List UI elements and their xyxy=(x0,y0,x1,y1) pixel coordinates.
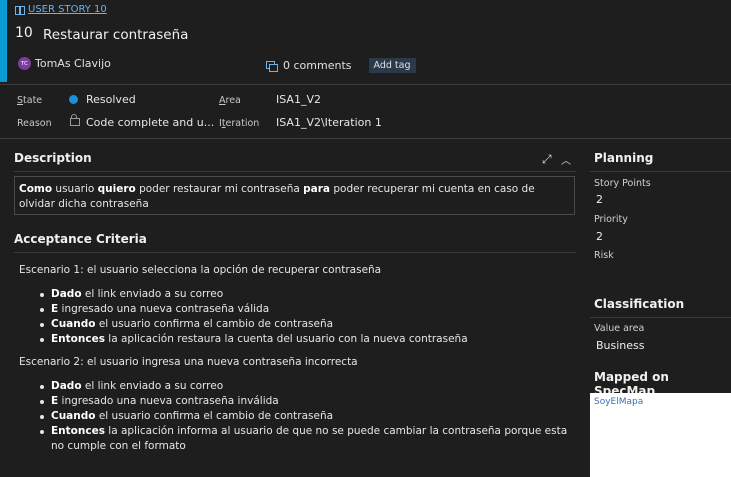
avatar: TC xyxy=(18,57,31,70)
comments-icon xyxy=(266,61,278,72)
list-item: Cuando el usuario confirma el cambio de … xyxy=(40,317,579,332)
reason-value: Code complete and u... xyxy=(86,116,215,129)
comments-link[interactable]: 0 comments Add tag xyxy=(266,58,416,73)
assigned-to[interactable]: TC TomAs Clavijo xyxy=(18,57,111,70)
description-heading: Description xyxy=(14,151,92,165)
planning-rule xyxy=(590,171,731,172)
acceptance-criteria-editor[interactable]: Escenario 1: el usuario selecciona la op… xyxy=(19,263,579,462)
list-item: Entonces la aplicación informa al usuari… xyxy=(40,424,579,454)
lock-icon xyxy=(70,114,80,126)
planning-heading: Planning xyxy=(594,151,654,165)
story-points-value[interactable]: 2 xyxy=(596,193,603,206)
book-icon xyxy=(15,5,25,15)
work-item-type-label: USER STORY 10 xyxy=(28,4,107,15)
specmap-panel: SoyElMapa xyxy=(590,393,731,477)
iteration-value[interactable]: ISA1_V2\Iteration 1 xyxy=(276,116,382,129)
acceptance-rule xyxy=(14,252,576,253)
scenario-2-text: Escenario 2: el usuario ingresa una nuev… xyxy=(19,356,358,368)
list-item: E ingresado una nueva contraseña inválid… xyxy=(40,394,579,409)
acceptance-criteria-heading: Acceptance Criteria xyxy=(14,232,147,246)
list-item: E ingresado una nueva contraseña válida xyxy=(40,302,579,317)
assigned-to-name: TomAs Clavijo xyxy=(35,57,111,70)
state-label: State xyxy=(17,95,43,106)
description-rule xyxy=(14,171,576,172)
description-editor[interactable]: Como usuario quiero poder restaurar mi c… xyxy=(14,176,575,215)
scenario-1-steps: Dado el link enviado a su correo E ingre… xyxy=(40,287,579,347)
priority-label: Priority xyxy=(594,214,628,225)
list-item: Dado el link enviado a su correo xyxy=(40,379,579,394)
state-indicator-icon xyxy=(69,95,78,104)
list-item: Dado el link enviado a su correo xyxy=(40,287,579,302)
work-item-title[interactable]: Restaurar contraseña xyxy=(43,27,188,43)
scenario-2-steps: Dado el link enviado a su correo E ingre… xyxy=(40,379,579,454)
work-item-id: 10 xyxy=(15,25,33,41)
specmap-link[interactable]: SoyElMapa xyxy=(594,397,643,407)
add-tag-button[interactable]: Add tag xyxy=(368,58,416,73)
comments-count: 0 comments xyxy=(283,59,352,72)
classification-rule xyxy=(590,317,731,318)
state-value[interactable]: Resolved xyxy=(86,93,136,106)
expand-icon[interactable]: ⤢ xyxy=(542,152,552,167)
chevron-up-icon[interactable]: ︿ xyxy=(561,152,571,167)
story-points-label: Story Points xyxy=(594,178,651,189)
value-area-value[interactable]: Business xyxy=(596,339,645,352)
priority-value[interactable]: 2 xyxy=(596,230,603,243)
list-item: Cuando el usuario confirma el cambio de … xyxy=(40,409,579,424)
work-item-type-link[interactable]: USER STORY 10 xyxy=(15,4,107,15)
work-item-fields: State Resolved Area ISA1_V2 Reason Code … xyxy=(0,85,731,137)
risk-label: Risk xyxy=(594,250,614,261)
area-label: Area xyxy=(219,95,241,106)
scenario-1-text: Escenario 1: el usuario selecciona la op… xyxy=(19,264,382,276)
classification-heading: Classification xyxy=(594,297,685,311)
area-value[interactable]: ISA1_V2 xyxy=(276,93,321,106)
work-item-header: USER STORY 10 10 Restaurar contraseña TC… xyxy=(0,0,731,84)
iteration-label: Iteration xyxy=(219,118,260,129)
list-item: Entonces la aplicación restaura la cuent… xyxy=(40,332,579,347)
reason-label: Reason xyxy=(17,118,52,129)
fields-divider xyxy=(0,138,731,139)
value-area-label: Value area xyxy=(594,323,645,334)
